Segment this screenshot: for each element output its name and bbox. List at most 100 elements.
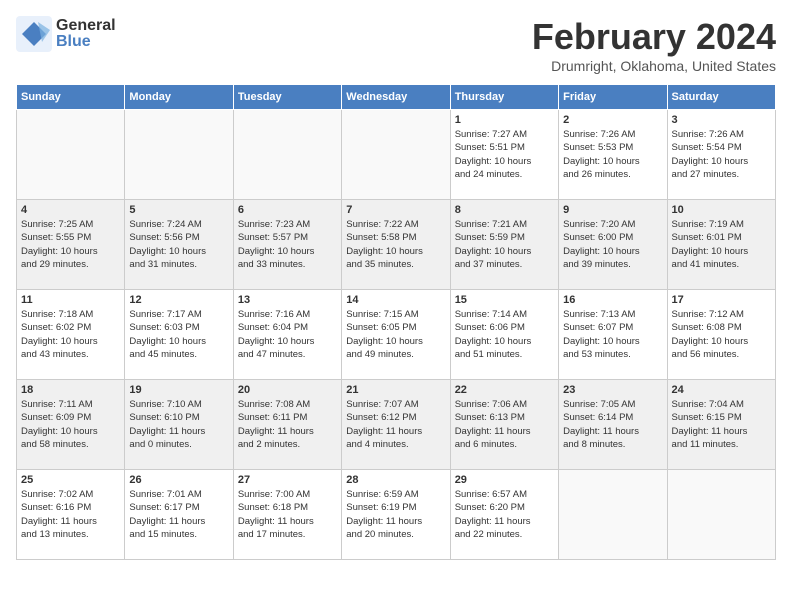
- day-number: 20: [238, 384, 337, 396]
- calendar-cell: 20 Sunrise: 7:08 AM Sunset: 6:11 PM Dayli…: [233, 380, 341, 470]
- calendar-week-row: 18 Sunrise: 7:11 AM Sunset: 6:09 PM Dayli…: [17, 380, 776, 470]
- day-number: 14: [346, 294, 445, 306]
- calendar-cell: [125, 110, 233, 200]
- calendar-cell: 15Sunrise: 7:14 AM Sunset: 6:06 PM Dayli…: [450, 290, 558, 380]
- day-info: Sunrise: 7:24 AM Sunset: 5:56 PM Dayligh…: [129, 218, 228, 271]
- day-info: Sunrise: 7:12 AM Sunset: 6:08 PM Dayligh…: [672, 308, 771, 361]
- day-number: 24: [672, 384, 771, 396]
- day-info: Sunrise: 7:23 AM Sunset: 5:57 PM Dayligh…: [238, 218, 337, 271]
- calendar-cell: 17 Sunrise: 7:12 AM Sunset: 6:08 PM Dayli…: [667, 290, 775, 380]
- day-info: Sunrise: 7:27 AM Sunset: 5:51 PM Dayligh…: [455, 128, 554, 181]
- weekday-header-thursday: Thursday: [450, 85, 558, 110]
- day-info: Sunrise: 7:26 AM Sunset: 5:54 PM Dayligh…: [672, 128, 771, 181]
- day-info: Sunrise: 7:22 AM Sunset: 5:58 PM Dayligh…: [346, 218, 445, 271]
- weekday-header-saturday: Saturday: [667, 85, 775, 110]
- day-info: Sunrise: 7:15 AM Sunset: 6:05 PM Dayligh…: [346, 308, 445, 361]
- day-info: Sunrise: 7:26 AM Sunset: 5:53 PM Dayligh…: [563, 128, 662, 181]
- day-info: Sunrise: 6:59 AM Sunset: 6:19 PM Dayligh…: [346, 488, 445, 541]
- day-number: 17: [672, 294, 771, 306]
- weekday-header-tuesday: Tuesday: [233, 85, 341, 110]
- day-number: 18: [21, 384, 120, 396]
- location: Drumright, Oklahoma, United States: [532, 58, 776, 74]
- weekday-header-friday: Friday: [559, 85, 667, 110]
- day-info: Sunrise: 7:20 AM Sunset: 6:00 PM Dayligh…: [563, 218, 662, 271]
- logo-general-text: General: [56, 18, 116, 34]
- calendar-cell: 6 Sunrise: 7:23 AM Sunset: 5:57 PM Daylig…: [233, 200, 341, 290]
- day-number: 10: [672, 204, 771, 216]
- calendar-cell: 22 Sunrise: 7:06 AM Sunset: 6:13 PM Dayli…: [450, 380, 558, 470]
- day-number: 16: [563, 294, 662, 306]
- calendar-cell: 10 Sunrise: 7:19 AM Sunset: 6:01 PM Dayli…: [667, 200, 775, 290]
- calendar-cell: [17, 110, 125, 200]
- calendar-cell: 2 Sunrise: 7:26 AM Sunset: 5:53 PM Daylig…: [559, 110, 667, 200]
- calendar-cell: 5 Sunrise: 7:24 AM Sunset: 5:56 PM Daylig…: [125, 200, 233, 290]
- day-number: 2: [563, 114, 662, 126]
- logo-icon: [16, 16, 52, 52]
- calendar-cell: 21 Sunrise: 7:07 AM Sunset: 6:12 PM Dayli…: [342, 380, 450, 470]
- day-info: Sunrise: 7:08 AM Sunset: 6:11 PM Dayligh…: [238, 398, 337, 451]
- day-info: Sunrise: 7:19 AM Sunset: 6:01 PM Dayligh…: [672, 218, 771, 271]
- day-number: 23: [563, 384, 662, 396]
- day-info: Sunrise: 7:07 AM Sunset: 6:12 PM Dayligh…: [346, 398, 445, 451]
- calendar-cell: 25Sunrise: 7:02 AM Sunset: 6:16 PM Dayli…: [17, 470, 125, 560]
- calendar-cell: 19Sunrise: 7:10 AM Sunset: 6:10 PM Dayli…: [125, 380, 233, 470]
- weekday-header-row: SundayMondayTuesdayWednesdayThursdayFrid…: [17, 85, 776, 110]
- day-info: Sunrise: 7:14 AM Sunset: 6:06 PM Dayligh…: [455, 308, 554, 361]
- header: General Blue February 2024 Drumright, Ok…: [16, 16, 776, 74]
- day-number: 27: [238, 474, 337, 486]
- calendar-table: SundayMondayTuesdayWednesdayThursdayFrid…: [16, 84, 776, 560]
- calendar-cell: [342, 110, 450, 200]
- logo-blue-text: Blue: [56, 34, 116, 50]
- day-info: Sunrise: 7:11 AM Sunset: 6:09 PM Dayligh…: [21, 398, 120, 451]
- day-number: 7: [346, 204, 445, 216]
- day-info: Sunrise: 7:01 AM Sunset: 6:17 PM Dayligh…: [129, 488, 228, 541]
- weekday-header-monday: Monday: [125, 85, 233, 110]
- calendar-cell: 26 Sunrise: 7:01 AM Sunset: 6:17 PM Dayli…: [125, 470, 233, 560]
- day-number: 1: [455, 114, 554, 126]
- calendar-week-row: 4Sunrise: 7:25 AM Sunset: 5:55 PM Daylig…: [17, 200, 776, 290]
- day-info: Sunrise: 7:06 AM Sunset: 6:13 PM Dayligh…: [455, 398, 554, 451]
- day-number: 12: [129, 294, 228, 306]
- calendar-cell: [559, 470, 667, 560]
- day-number: 21: [346, 384, 445, 396]
- calendar-cell: 7 Sunrise: 7:22 AM Sunset: 5:58 PM Daylig…: [342, 200, 450, 290]
- day-number: 8: [455, 204, 554, 216]
- calendar-cell: 24Sunrise: 7:04 AM Sunset: 6:15 PM Dayli…: [667, 380, 775, 470]
- day-info: Sunrise: 7:21 AM Sunset: 5:59 PM Dayligh…: [455, 218, 554, 271]
- day-info: Sunrise: 7:00 AM Sunset: 6:18 PM Dayligh…: [238, 488, 337, 541]
- calendar-cell: 11 Sunrise: 7:18 AM Sunset: 6:02 PM Dayli…: [17, 290, 125, 380]
- day-number: 13: [238, 294, 337, 306]
- day-info: Sunrise: 7:16 AM Sunset: 6:04 PM Dayligh…: [238, 308, 337, 361]
- calendar-cell: [233, 110, 341, 200]
- calendar-cell: 3 Sunrise: 7:26 AM Sunset: 5:54 PM Daylig…: [667, 110, 775, 200]
- calendar-cell: [667, 470, 775, 560]
- calendar-week-row: 25Sunrise: 7:02 AM Sunset: 6:16 PM Dayli…: [17, 470, 776, 560]
- day-number: 11: [21, 294, 120, 306]
- day-number: 5: [129, 204, 228, 216]
- day-number: 22: [455, 384, 554, 396]
- day-number: 3: [672, 114, 771, 126]
- day-number: 29: [455, 474, 554, 486]
- day-number: 28: [346, 474, 445, 486]
- calendar-cell: 8 Sunrise: 7:21 AM Sunset: 5:59 PM Daylig…: [450, 200, 558, 290]
- calendar-cell: 12 Sunrise: 7:17 AM Sunset: 6:03 PM Dayli…: [125, 290, 233, 380]
- calendar-cell: 1 Sunrise: 7:27 AM Sunset: 5:51 PM Daylig…: [450, 110, 558, 200]
- weekday-header-wednesday: Wednesday: [342, 85, 450, 110]
- day-info: Sunrise: 7:17 AM Sunset: 6:03 PM Dayligh…: [129, 308, 228, 361]
- calendar-cell: 4Sunrise: 7:25 AM Sunset: 5:55 PM Daylig…: [17, 200, 125, 290]
- day-info: Sunrise: 7:10 AM Sunset: 6:10 PM Dayligh…: [129, 398, 228, 451]
- calendar-cell: 9 Sunrise: 7:20 AM Sunset: 6:00 PM Daylig…: [559, 200, 667, 290]
- day-info: Sunrise: 7:05 AM Sunset: 6:14 PM Dayligh…: [563, 398, 662, 451]
- logo: General Blue: [16, 16, 116, 52]
- month-title: February 2024: [532, 16, 776, 58]
- day-info: Sunrise: 6:57 AM Sunset: 6:20 PM Dayligh…: [455, 488, 554, 541]
- calendar-cell: 13 Sunrise: 7:16 AM Sunset: 6:04 PM Dayli…: [233, 290, 341, 380]
- day-info: Sunrise: 7:25 AM Sunset: 5:55 PM Dayligh…: [21, 218, 120, 271]
- day-number: 6: [238, 204, 337, 216]
- day-number: 9: [563, 204, 662, 216]
- calendar-cell: 16 Sunrise: 7:13 AM Sunset: 6:07 PM Dayli…: [559, 290, 667, 380]
- day-info: Sunrise: 7:13 AM Sunset: 6:07 PM Dayligh…: [563, 308, 662, 361]
- calendar-cell: 27 Sunrise: 7:00 AM Sunset: 6:18 PM Dayli…: [233, 470, 341, 560]
- day-number: 26: [129, 474, 228, 486]
- day-info: Sunrise: 7:18 AM Sunset: 6:02 PM Dayligh…: [21, 308, 120, 361]
